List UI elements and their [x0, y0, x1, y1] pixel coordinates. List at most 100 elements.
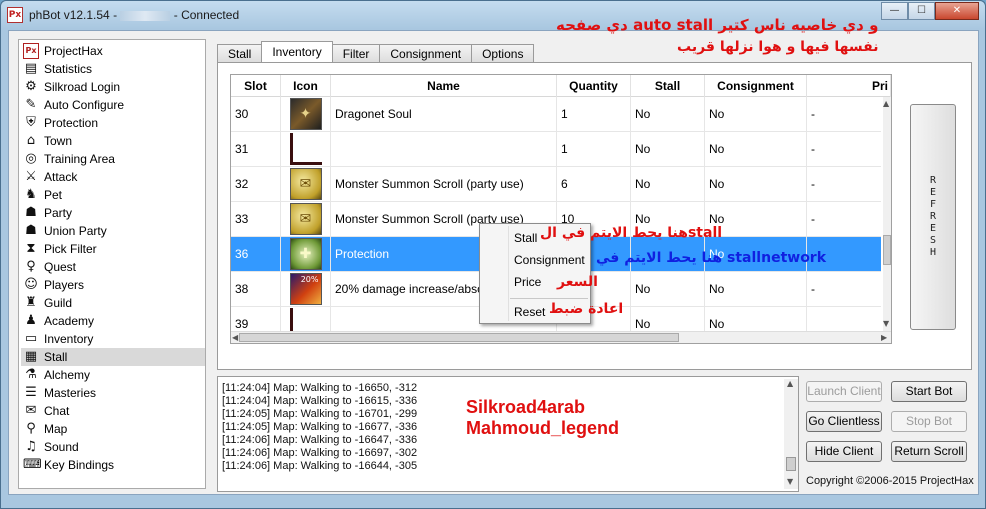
icon-cell: ✉ [281, 202, 331, 237]
tab-stall[interactable]: Stall [217, 44, 263, 63]
icon-cell: 20% [281, 272, 331, 307]
sidebar-item-chat[interactable]: ✉ Chat [21, 402, 205, 420]
sidebar-item-sound[interactable]: ♫ Sound [21, 438, 205, 456]
damage-increase-icon: 20% [289, 273, 322, 305]
column-header-consignment[interactable]: Consignment [705, 75, 807, 97]
column-header-icon[interactable]: Icon [281, 75, 331, 97]
sidebar-item-silkroad-login[interactable]: ⚙ Silkroad Login [21, 78, 205, 96]
column-header-pri[interactable]: Pri [807, 75, 891, 97]
maximize-button[interactable]: ☐ [908, 2, 935, 20]
sidebar-item-label: Pick Filter [44, 242, 97, 256]
sidebar-item-guild[interactable]: ♜ Guild [21, 294, 205, 312]
sidebar-item-projecthax[interactable]: Px ProjectHax [21, 42, 205, 60]
log-scroll-up-icon[interactable]: ▲ [787, 379, 793, 388]
start-bot-button[interactable]: Start Bot [891, 381, 967, 402]
sidebar-item-label: Auto Configure [44, 98, 125, 112]
configure-icon: ✎ [25, 97, 37, 112]
tab-options[interactable]: Options [471, 44, 535, 63]
log-line: [11:24:04] Map: Walking to -16650, -312 [222, 382, 418, 394]
refresh-button[interactable]: REFRESH [910, 104, 956, 330]
sidebar-item-alchemy[interactable]: ⚗ Alchemy [21, 366, 205, 384]
sidebar-item-key-bindings[interactable]: ⌨ Key Bindings [21, 456, 205, 474]
sidebar-item-label: Masteries [44, 386, 97, 400]
cell-slot: 30 [231, 97, 281, 132]
launch-client-button[interactable]: Launch Client [806, 381, 882, 402]
cell-price: - [807, 97, 891, 132]
sidebar-item-town[interactable]: ⌂ Town [21, 132, 205, 150]
scroll-left-arrow-icon[interactable]: ◀ [232, 333, 238, 342]
filter-icon: ⧗ [26, 241, 36, 256]
scroll-right-arrow-icon[interactable]: ▶ [881, 333, 887, 342]
sidebar-item-statistics[interactable]: ▤ Statistics [21, 60, 205, 78]
table-row[interactable]: 31 1 No No - [231, 132, 891, 167]
grid-horizontal-scrollbar[interactable]: ◀ ▶ [231, 331, 891, 343]
log-scrollbar[interactable]: ▲ ▼ [784, 379, 798, 489]
close-button[interactable]: ✕ [935, 2, 979, 20]
sidebar-item-masteries[interactable]: ☰ Masteries [21, 384, 205, 402]
sidebar-item-label: Silkroad Login [44, 80, 121, 94]
scroll-down-arrow-icon[interactable]: ▼ [883, 319, 889, 328]
shield-icon: ⛨ [26, 115, 36, 130]
sidebar-item-inventory[interactable]: ▭ Inventory [21, 330, 205, 348]
log-scroll-thumb[interactable] [786, 457, 796, 471]
context-menu-separator [510, 298, 588, 299]
sidebar-item-party[interactable]: ☗ Party [21, 204, 205, 222]
icon-cell: ✉ [281, 167, 331, 202]
party-icon: ☗ [25, 205, 37, 220]
sidebar-item-label: Statistics [44, 62, 93, 76]
credit-line2: Mahmoud_legend [466, 418, 620, 438]
icon-cell: ✦ [281, 97, 331, 132]
sidebar-item-academy[interactable]: ♟ Academy [21, 312, 205, 330]
column-header-stall[interactable]: Stall [631, 75, 705, 97]
sidebar-item-stall[interactable]: ▦ Stall [21, 348, 205, 366]
minimize-button[interactable]: — [881, 2, 908, 20]
menu-item-price[interactable]: Price [514, 275, 541, 289]
sidebar-item-attack[interactable]: ⚔ Attack [21, 168, 205, 186]
tab-inventory[interactable]: Inventory [261, 41, 333, 63]
academy-icon: ♟ [25, 313, 37, 328]
column-header-name[interactable]: Name [331, 75, 557, 97]
cell-quantity: 1 [557, 132, 631, 167]
sidebar-item-pick-filter[interactable]: ⧗ Pick Filter [21, 240, 205, 258]
sidebar-item-protection[interactable]: ⛨ Protection [21, 114, 205, 132]
copyright-text: Copyright ©2006-2015 ProjectHax [806, 475, 974, 487]
inventory-tab-panel: Slot Icon Name Quantity Stall Consignment Pri … [217, 62, 972, 370]
go-clientless-button[interactable]: Go Clientless [806, 411, 882, 432]
cell-stall: No [631, 272, 705, 307]
cell-stall: No [631, 97, 705, 132]
sidebar-item-pet[interactable]: ♞ Pet [21, 186, 205, 204]
sidebar-item-players[interactable]: ☺ Players [21, 276, 205, 294]
table-row[interactable]: 32 ✉ Monster Summon Scroll (party use) 6 No N… [231, 167, 891, 202]
sidebar-item-auto-configure[interactable]: ✎ Auto Configure [21, 96, 205, 114]
menu-item-stall[interactable]: Stall [514, 231, 537, 245]
sidebar-item-label: Stall [44, 350, 68, 364]
refresh-label: REFRESH [927, 175, 939, 259]
cell-quantity: 1 [557, 97, 631, 132]
log-line: [11:24:06] Map: Walking to -16644, -305 [222, 460, 418, 472]
grid-vertical-scrollbar[interactable]: ▲ ▼ [883, 97, 891, 331]
sidebar-item-quest[interactable]: ♀ Quest [21, 258, 205, 276]
login-icon: ⚙ [25, 79, 37, 94]
scroll-up-arrow-icon[interactable]: ▲ [883, 99, 889, 108]
tab-consignment[interactable]: Consignment [379, 44, 473, 63]
annotation-stallnetwork: هنا يحط الايتم في stallnetwork [596, 250, 827, 266]
sidebar-item-map[interactable]: ⚲ Map [21, 420, 205, 438]
tab-filter[interactable]: Filter [331, 44, 381, 63]
vertical-scroll-thumb[interactable] [883, 235, 891, 265]
table-row[interactable]: 30 ✦ Dragonet Soul 1 No No - [231, 97, 891, 132]
quest-icon: ♀ [26, 259, 36, 274]
hide-client-button[interactable]: Hide Client [806, 441, 882, 462]
cell-consignment: No [705, 167, 807, 202]
sidebar-item-label: Quest [44, 260, 77, 274]
menu-item-consignment[interactable]: Consignment [514, 253, 585, 267]
menu-item-reset[interactable]: Reset [514, 305, 545, 319]
stop-bot-button[interactable]: Stop Bot [891, 411, 967, 432]
dragonet-soul-icon: ✦ [289, 98, 322, 130]
horizontal-scroll-thumb[interactable] [239, 333, 679, 342]
column-header-slot[interactable]: Slot [231, 75, 281, 97]
sidebar-item-union-party[interactable]: ☗ Union Party [21, 222, 205, 240]
column-header-quantity[interactable]: Quantity [557, 75, 631, 97]
sidebar-item-training-area[interactable]: ◎ Training Area [21, 150, 205, 168]
log-scroll-down-icon[interactable]: ▼ [787, 477, 793, 486]
return-scroll-button[interactable]: Return Scroll [891, 441, 967, 462]
